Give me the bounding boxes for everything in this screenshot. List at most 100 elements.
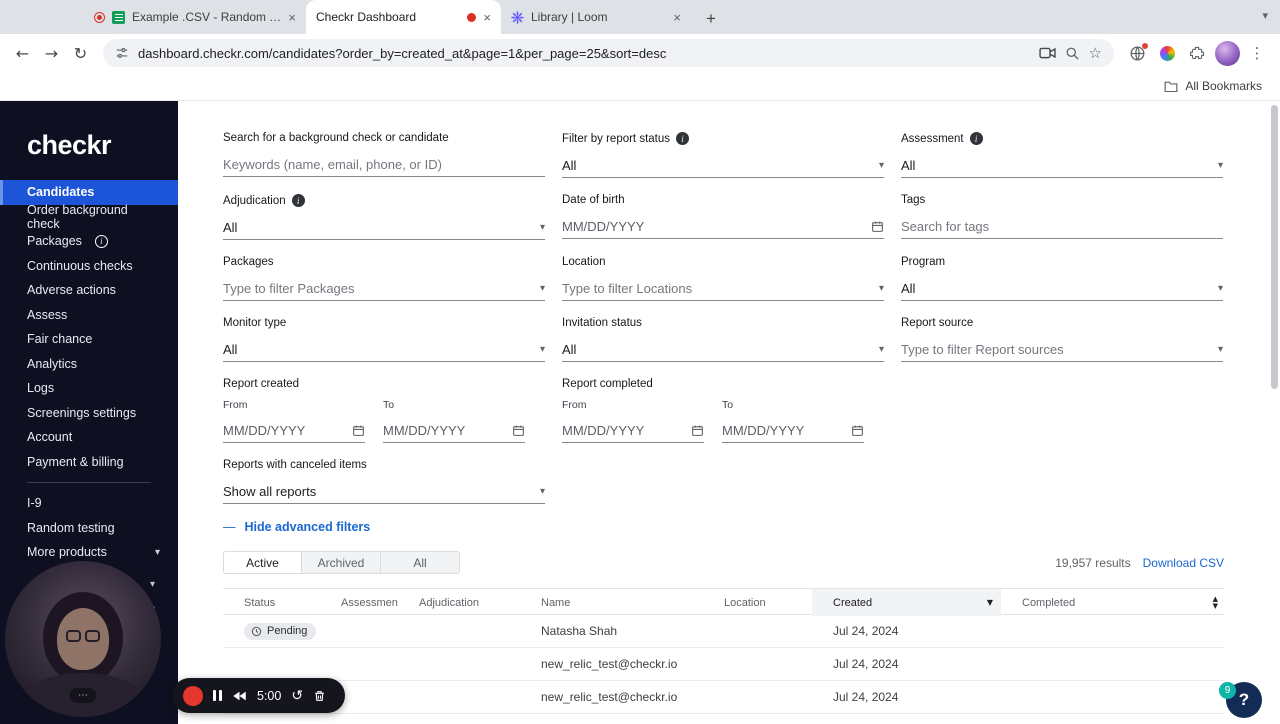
page-scrollbar[interactable] — [1271, 105, 1278, 389]
tab-active[interactable]: Active — [223, 551, 302, 574]
back-button[interactable]: ← — [8, 39, 37, 67]
sidebar-item-account[interactable]: Account — [0, 425, 178, 450]
report-status-select[interactable]: All ▾ — [562, 154, 884, 178]
rewind-icon[interactable] — [232, 690, 247, 702]
sidebar-item-order-background-check[interactable]: Order background check — [0, 203, 178, 231]
invitation-status-select[interactable]: All ▾ — [562, 338, 884, 362]
packages-select[interactable]: Type to filter Packages ▾ — [223, 277, 545, 301]
tab-all[interactable]: All — [381, 551, 460, 574]
sidebar-item-random-testing[interactable]: Random testing — [0, 516, 178, 541]
report-created-to-input[interactable]: MM/DD/YYYY — [383, 419, 525, 443]
sidebar-item-candidates[interactable]: Candidates — [0, 180, 178, 205]
sidebar-item-packages[interactable]: Packages i — [0, 229, 178, 254]
stop-recording-button[interactable] — [183, 685, 203, 706]
tab-example-csv[interactable]: Example .CSV - Random Test × — [84, 0, 306, 34]
bookmark-star-icon[interactable]: ☆ — [1089, 44, 1102, 62]
col-status[interactable]: Status — [223, 597, 320, 609]
location-select[interactable]: Type to filter Locations ▾ — [562, 277, 884, 301]
adjudication-select[interactable]: All ▾ — [223, 216, 545, 240]
sidebar-item-payment-billing[interactable]: Payment & billing — [0, 450, 178, 475]
hide-advanced-filters-link[interactable]: — Hide advanced filters — [223, 520, 1280, 534]
download-csv-link[interactable]: Download CSV — [1143, 556, 1224, 570]
collapsed-item-chevron-icon[interactable]: ▾ — [150, 579, 155, 590]
calendar-icon[interactable] — [352, 424, 365, 437]
calendar-icon[interactable] — [691, 424, 704, 437]
sidebar-item-label: Packages — [27, 234, 82, 249]
packages-label: Packages — [223, 256, 274, 268]
report-source-label: Report source — [901, 317, 974, 329]
table-row[interactable]: new_relic_test@checkr.io Jul 24, 2024 — [223, 648, 1224, 681]
globe-extension-icon[interactable] — [1122, 39, 1152, 67]
tab-search-icon[interactable]: ▾ — [1262, 9, 1268, 22]
url-bar[interactable]: dashboard.checkr.com/candidates?order_by… — [103, 39, 1114, 67]
canceled-reports-select[interactable]: Show all reports ▾ — [223, 480, 545, 504]
program-select[interactable]: All ▾ — [901, 277, 1223, 301]
close-icon[interactable]: × — [673, 10, 681, 25]
tab-checkr-dashboard[interactable]: Checkr Dashboard × — [306, 0, 501, 34]
report-source-select[interactable]: Type to filter Report sources ▾ — [901, 338, 1223, 362]
tab-strip: Example .CSV - Random Test × Checkr Dash… — [0, 0, 1280, 34]
calendar-icon[interactable] — [871, 220, 884, 233]
candidate-name[interactable]: new_relic_test@checkr.io — [520, 657, 703, 671]
tune-icon[interactable] — [115, 46, 129, 60]
sidebar-item-adverse-actions[interactable]: Adverse actions — [0, 278, 178, 303]
sidebar-item-label: Screenings settings — [27, 405, 137, 420]
col-adjudication[interactable]: Adjudication — [398, 597, 520, 609]
sort-menu-icon[interactable]: ▼ — [987, 598, 993, 607]
sidebar-item-screenings-settings[interactable]: Screenings settings — [0, 401, 178, 426]
sort-toggle-icon[interactable]: ▲ ▼ — [1213, 596, 1218, 610]
delete-recording-icon[interactable] — [313, 689, 326, 703]
candidate-name[interactable]: Natasha Shah — [520, 624, 703, 638]
sidebar-item-analytics[interactable]: Analytics — [0, 352, 178, 377]
sidebar-item-i9[interactable]: I-9 — [0, 491, 178, 516]
sidebar-item-continuous-checks[interactable]: Continuous checks — [0, 254, 178, 279]
calendar-icon[interactable] — [851, 424, 864, 437]
close-icon[interactable]: × — [483, 10, 491, 25]
recording-timer: 5:00 — [257, 688, 282, 703]
webcam-overlay[interactable]: ⋯ — [5, 561, 161, 717]
candidate-name[interactable]: new_relic_test@checkr.io — [520, 690, 703, 704]
report-created-from-input[interactable]: MM/DD/YYYY — [223, 419, 365, 443]
calendar-icon[interactable] — [512, 424, 525, 437]
sidebar-item-label: Analytics — [27, 356, 78, 371]
col-completed[interactable]: Completed ▲ ▼ — [1001, 596, 1224, 610]
col-name[interactable]: Name — [520, 597, 703, 609]
tags-input[interactable] — [901, 215, 1223, 239]
restart-icon[interactable]: ↺ — [291, 689, 303, 703]
new-tab-button[interactable]: + — [697, 4, 725, 34]
col-created[interactable]: Created ▼ — [812, 589, 1001, 616]
extensions-puzzle-icon[interactable] — [1182, 39, 1212, 67]
browser-menu-icon[interactable]: ⋮ — [1242, 39, 1272, 67]
table-row[interactable]: new_relic_test@checkr.io Jul 24, 2024 — [223, 681, 1224, 714]
close-icon[interactable]: × — [288, 10, 296, 25]
sidebar-item-fair-chance[interactable]: Fair chance — [0, 327, 178, 352]
table-row[interactable]: new_relic_test@checkr.io Jul 24, 2024 — [223, 714, 1224, 724]
table-row[interactable]: Pending Natasha Shah Jul 24, 2024 — [223, 615, 1224, 648]
search-icon[interactable] — [1065, 46, 1080, 61]
sidebar-item-assess[interactable]: Assess — [0, 303, 178, 328]
chevron-down-icon: ▾ — [1217, 160, 1223, 171]
report-completed-from-input[interactable]: MM/DD/YYYY — [562, 419, 704, 443]
profile-avatar[interactable] — [1212, 39, 1242, 67]
sidebar-item-label: More products — [27, 545, 107, 560]
assessment-select[interactable]: All ▾ — [901, 154, 1223, 178]
forward-button[interactable]: → — [37, 39, 66, 67]
tab-loom-library[interactable]: Library | Loom × — [501, 0, 691, 34]
checkr-dashboard-page: checkr Candidates Order background check… — [0, 101, 1280, 724]
chevron-down-icon: ▾ — [878, 160, 884, 171]
pinwheel-extension-icon[interactable] — [1152, 39, 1182, 67]
camera-icon[interactable] — [1038, 46, 1056, 60]
monitor-type-select[interactable]: All ▾ — [223, 338, 545, 362]
all-bookmarks-label[interactable]: All Bookmarks — [1185, 79, 1262, 93]
pause-button[interactable] — [213, 690, 222, 701]
recording-controls: 5:00 ↺ — [172, 678, 345, 713]
sidebar-item-logs[interactable]: Logs — [0, 376, 178, 401]
tab-archived[interactable]: Archived — [302, 551, 381, 574]
dob-date-input[interactable]: MM/DD/YYYY — [562, 215, 884, 239]
webcam-menu-button[interactable]: ⋯ — [69, 688, 97, 703]
col-assessment[interactable]: Assessment — [320, 597, 398, 609]
report-completed-to-input[interactable]: MM/DD/YYYY — [722, 419, 864, 443]
reload-button[interactable]: ↻ — [66, 39, 95, 67]
col-location[interactable]: Location — [703, 597, 812, 609]
search-input[interactable] — [223, 153, 545, 177]
